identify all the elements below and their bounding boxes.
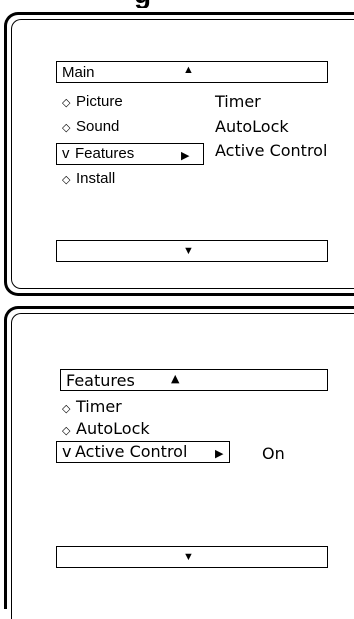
scroll-up-icon[interactable]: ▲ — [183, 65, 194, 76]
menu-item-autolock[interactable]: ◇ AutoLock — [62, 419, 150, 441]
submenu-item-timer: Timer — [215, 92, 261, 111]
menu-header-box: Features ▲ — [60, 369, 328, 391]
menu-item-timer[interactable]: ◇ Timer — [62, 397, 122, 419]
scroll-down-icon[interactable]: ▼ — [183, 246, 194, 257]
diamond-bullet-icon: ◇ — [62, 122, 71, 134]
diamond-bullet-icon: ◇ — [62, 424, 71, 437]
diamond-bullet-icon: ◇ — [62, 97, 71, 109]
active-control-value: On — [262, 444, 285, 463]
check-icon: v — [62, 442, 72, 461]
check-icon: v — [62, 145, 70, 162]
menu-title: Main — [62, 64, 95, 81]
menu-item-label: Sound — [76, 118, 120, 135]
menu-item-label: Install — [76, 170, 116, 187]
menu-item-label: AutoLock — [76, 419, 150, 438]
menu-item-label: Features — [75, 145, 135, 162]
menu-item-label: Timer — [76, 397, 122, 416]
menu-item-active-control-selected[interactable]: v Active Control ▶ — [56, 441, 230, 463]
diamond-bullet-icon: ◇ — [62, 174, 71, 186]
diamond-bullet-icon: ◇ — [62, 402, 71, 415]
screen-inner-border — [11, 313, 354, 619]
cropped-heading: g — [0, 0, 354, 8]
submenu-item-autolock: AutoLock — [215, 117, 289, 136]
cropped-heading-text: g — [134, 0, 152, 8]
submenu-arrow-icon: ▶ — [181, 150, 190, 162]
menu-footer-box: ▼ — [56, 546, 328, 568]
menu-item-install[interactable]: ◇ Install — [62, 169, 115, 190]
menu-item-features-selected[interactable]: v Features ▶ — [56, 143, 204, 165]
submenu-arrow-icon: ▶ — [215, 447, 224, 460]
menu-item-picture[interactable]: ◇ Picture — [62, 92, 123, 113]
menu-header-box: Main ▲ — [56, 61, 328, 83]
scroll-down-icon[interactable]: ▼ — [183, 552, 194, 563]
menu-footer-box: ▼ — [56, 240, 328, 262]
menu-item-label: Active Control — [75, 442, 188, 461]
scroll-up-icon[interactable]: ▲ — [171, 373, 179, 384]
menu-item-sound[interactable]: ◇ Sound — [62, 117, 119, 138]
submenu-item-active-control: Active Control — [215, 141, 328, 160]
menu-item-label: Picture — [76, 93, 123, 110]
menu-title: Features — [66, 371, 135, 390]
